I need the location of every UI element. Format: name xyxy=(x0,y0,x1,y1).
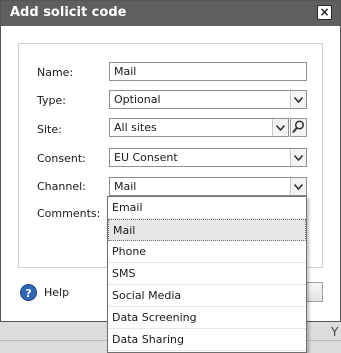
channel-option-sms[interactable]: SMS xyxy=(108,263,306,285)
close-button[interactable]: × xyxy=(317,5,332,20)
site-dropdown-button[interactable] xyxy=(272,119,288,136)
help-link[interactable]: Help xyxy=(44,286,69,299)
site-search-button[interactable] xyxy=(290,118,307,137)
close-icon: × xyxy=(319,5,330,19)
chevron-down-icon xyxy=(294,155,303,161)
consent-select-value: EU Consent xyxy=(114,151,178,164)
comments-label: Comments: xyxy=(37,207,101,220)
dialog-titlebar: Add solicit code × xyxy=(1,1,340,26)
site-select-value: All sites xyxy=(114,121,157,134)
channel-option-data-sharing[interactable]: Data Sharing xyxy=(108,329,306,351)
background-glyph: Y xyxy=(331,325,339,339)
name-input-value: Mail xyxy=(114,65,137,78)
chevron-down-icon xyxy=(276,125,285,131)
name-label: Name: xyxy=(37,66,74,79)
channel-select[interactable]: Mail xyxy=(109,177,307,196)
name-input[interactable]: Mail xyxy=(109,62,307,81)
type-select-value: Optional xyxy=(114,93,161,106)
chevron-down-icon xyxy=(294,97,303,103)
site-label: Site: xyxy=(37,123,62,136)
channel-option-phone[interactable]: Phone xyxy=(108,241,306,263)
type-label: Type: xyxy=(37,94,66,107)
channel-dropdown-button[interactable] xyxy=(290,178,306,195)
search-icon xyxy=(292,120,305,134)
channel-option-mail[interactable]: Mail xyxy=(108,219,306,241)
consent-select[interactable]: EU Consent xyxy=(109,148,307,167)
channel-option-email[interactable]: Email xyxy=(108,197,306,219)
consent-dropdown-button[interactable] xyxy=(290,149,306,166)
site-select[interactable]: All sites xyxy=(109,118,289,137)
help-icon[interactable]: ? xyxy=(20,284,37,301)
channel-dropdown-list: Email Mail Phone SMS Social Media Data Screen… xyxy=(107,196,307,353)
chevron-down-icon xyxy=(294,184,303,190)
consent-label: Consent: xyxy=(37,152,86,165)
dialog-title: Add solicit code xyxy=(10,5,127,20)
type-dropdown-button[interactable] xyxy=(290,91,306,108)
channel-select-value: Mail xyxy=(114,180,137,193)
channel-option-data-screening[interactable]: Data Screening xyxy=(108,307,306,329)
channel-option-social-media[interactable]: Social Media xyxy=(108,285,306,307)
type-select[interactable]: Optional xyxy=(109,90,307,109)
channel-label: Channel: xyxy=(37,180,86,193)
